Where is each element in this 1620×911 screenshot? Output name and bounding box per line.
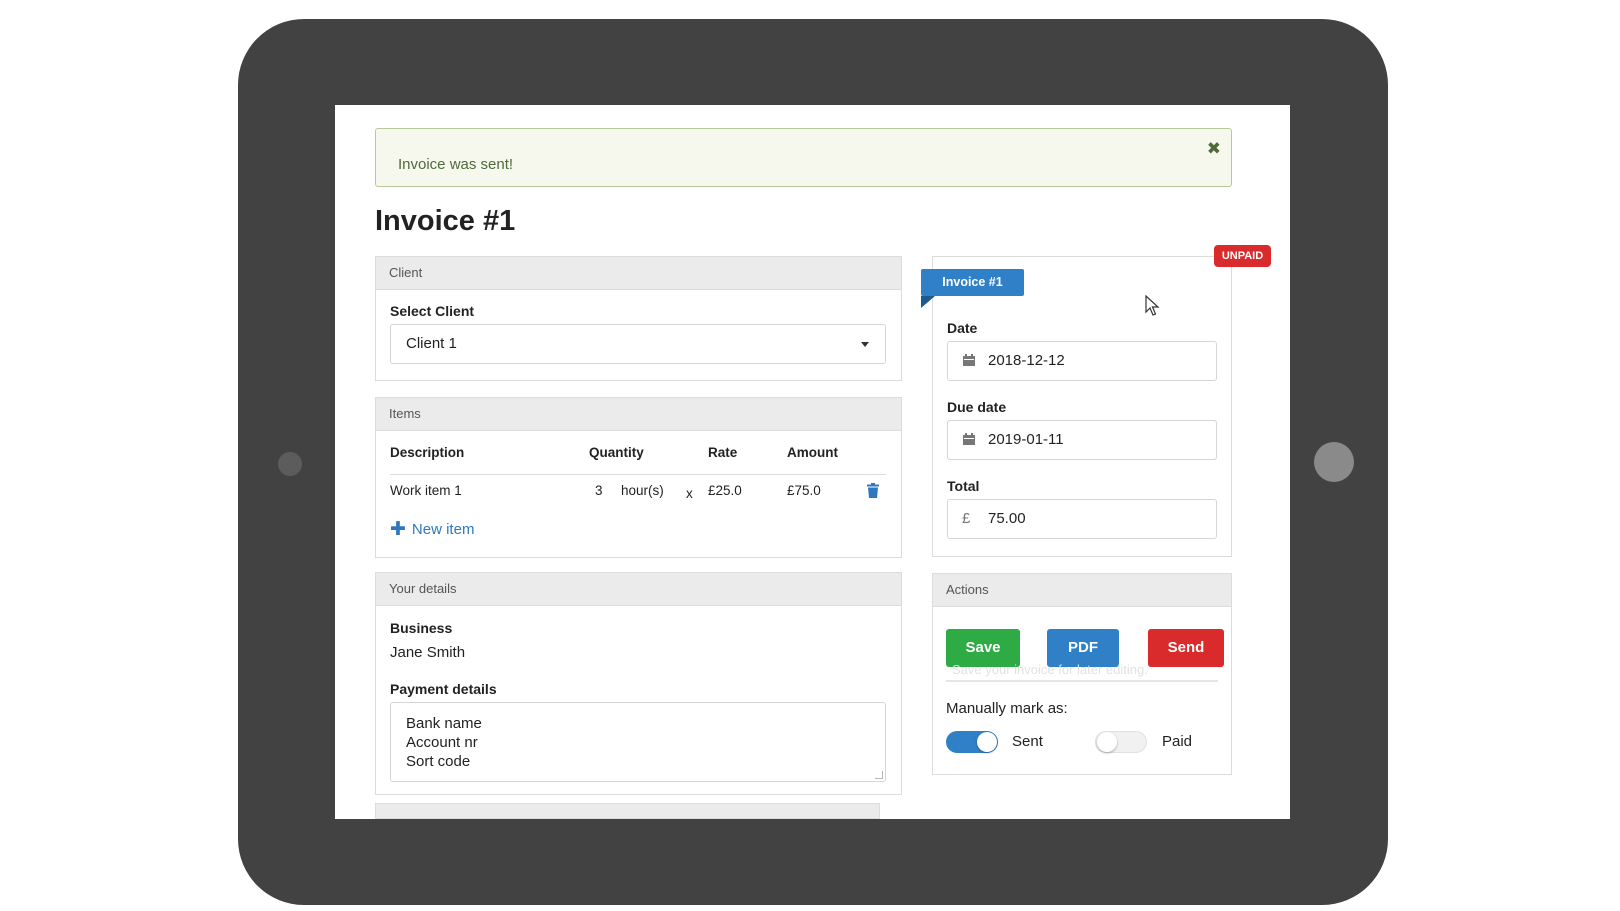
business-value: Jane Smith <box>390 644 466 661</box>
item-quantity[interactable]: 3 <box>595 483 603 498</box>
item-times: x <box>686 486 693 501</box>
due-date-label: Due date <box>947 399 1007 415</box>
item-rate[interactable]: £25.0 <box>708 483 742 498</box>
tablet-home-button <box>1314 442 1354 482</box>
payment-line: Account nr <box>406 734 478 751</box>
payment-line: Sort code <box>406 753 471 770</box>
manual-mark-label: Manually mark as: <box>946 700 1068 717</box>
send-button[interactable]: Send <box>1148 629 1224 667</box>
col-amount: Amount <box>787 445 838 460</box>
table-divider <box>390 474 886 475</box>
toggle-knob <box>1097 732 1117 752</box>
item-amount: £75.0 <box>787 483 821 498</box>
total-label: Total <box>947 478 980 494</box>
details-panel-header: Your details <box>376 573 901 606</box>
chevron-down-icon <box>861 342 869 347</box>
save-tooltip: Save your invoice for later editing. <box>952 662 1148 677</box>
success-alert: Invoice was sent! ✖ <box>375 128 1232 187</box>
tablet-camera <box>278 452 302 476</box>
date-label: Date <box>947 320 978 336</box>
col-quantity: Quantity <box>589 445 644 460</box>
toggle-knob <box>977 732 997 752</box>
client-panel: Client Select Client Client 1 <box>375 256 902 381</box>
alert-message: Invoice was sent! <box>398 156 514 173</box>
trash-icon[interactable] <box>867 483 879 498</box>
pound-icon: £ <box>962 510 971 527</box>
item-description[interactable]: Work item 1 <box>390 483 462 498</box>
plus-icon: ✚ <box>390 519 406 540</box>
invoice-card: Date 2018-12-12 Due date 2019-01-11 Tota… <box>932 256 1232 557</box>
calendar-icon <box>963 433 975 445</box>
payment-details-textarea[interactable]: Bank name Account nr Sort code <box>390 702 886 782</box>
client-select[interactable]: Client 1 <box>390 324 886 364</box>
page-title: Invoice #1 <box>375 205 516 237</box>
due-date-input[interactable]: 2019-01-11 <box>947 420 1217 460</box>
details-panel: Your details Business Jane Smith Payment… <box>375 572 902 795</box>
resize-handle[interactable] <box>875 771 883 779</box>
invoice-ribbon: Invoice #1 <box>921 269 1024 296</box>
mouse-cursor-icon <box>1145 295 1160 316</box>
actions-panel-header: Actions <box>933 574 1231 607</box>
paid-toggle[interactable] <box>1095 731 1147 753</box>
sent-label: Sent <box>1012 733 1043 750</box>
col-description: Description <box>390 445 465 460</box>
ribbon-fold <box>921 296 935 308</box>
next-panel-header <box>375 803 880 819</box>
total-value: 75.00 <box>988 510 1026 527</box>
business-label: Business <box>390 620 453 636</box>
payment-details-label: Payment details <box>390 681 497 697</box>
calendar-icon <box>963 354 975 366</box>
date-input[interactable]: 2018-12-12 <box>947 341 1217 381</box>
close-icon[interactable]: ✖ <box>1207 139 1221 159</box>
client-panel-header: Client <box>376 257 901 290</box>
screen: Invoice was sent! ✖ Invoice #1 Client Se… <box>335 105 1290 819</box>
paid-label: Paid <box>1162 733 1193 750</box>
total-input[interactable]: £ 75.00 <box>947 499 1217 539</box>
actions-divider <box>946 680 1218 682</box>
client-select-value: Client 1 <box>406 335 457 352</box>
date-value: 2018-12-12 <box>988 352 1065 369</box>
new-item-button[interactable]: ✚ New item <box>390 517 474 540</box>
items-panel-header: Items <box>376 398 901 431</box>
item-unit: hour(s) <box>621 483 664 498</box>
col-rate: Rate <box>708 445 738 460</box>
sent-toggle[interactable] <box>946 731 998 753</box>
select-client-label: Select Client <box>390 303 475 319</box>
status-badge: UNPAID <box>1214 245 1271 267</box>
items-panel: Items Description Quantity Rate Amount W… <box>375 397 902 558</box>
new-item-label: New item <box>411 521 475 538</box>
due-date-value: 2019-01-11 <box>988 431 1064 448</box>
payment-line: Bank name <box>406 715 482 732</box>
